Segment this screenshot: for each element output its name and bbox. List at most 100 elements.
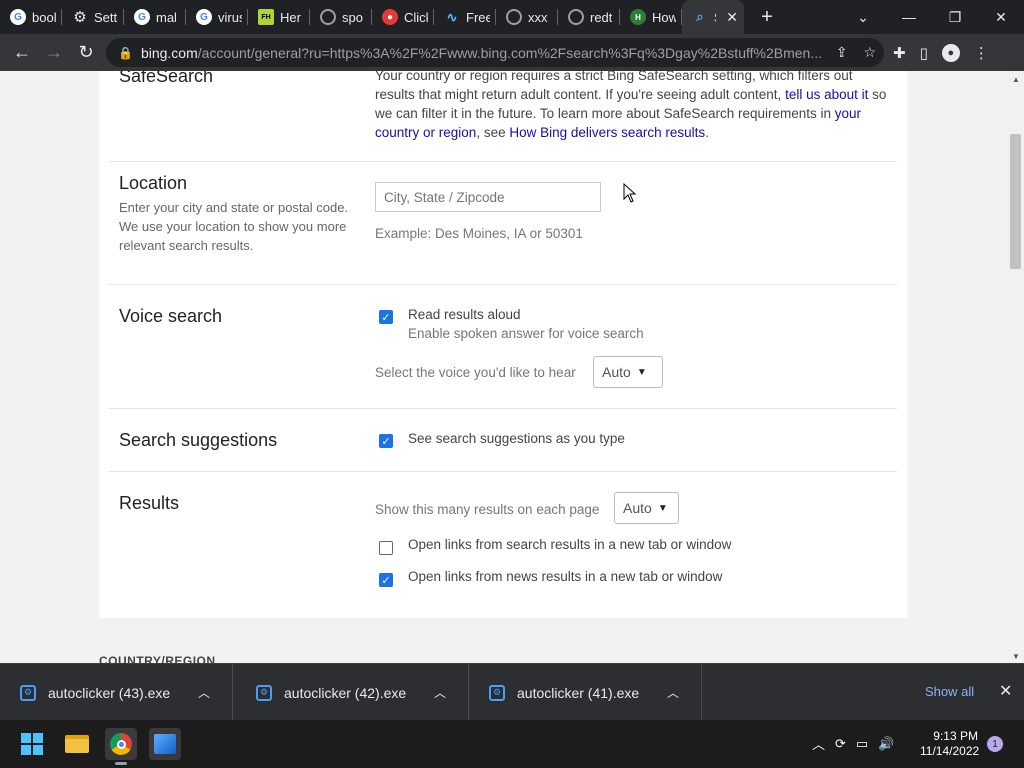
suggestions-checkbox[interactable]: ✓ [379,434,393,448]
safesearch-section: SafeSearch Your country or region requir… [109,71,897,162]
forward-icon[interactable]: → [38,42,70,63]
restore-icon[interactable]: ❐ [932,9,978,26]
location-input[interactable] [375,182,601,212]
tab-search-icon[interactable]: ⌄ [840,9,886,26]
chrome-taskbar-button[interactable] [105,728,137,760]
tell-us-link[interactable]: tell us about it [785,87,868,102]
location-example: Example: Des Moines, IA or 50301 [375,226,583,241]
profile-icon[interactable]: ● [941,44,960,62]
tab-2[interactable]: ⚙ Setti [62,0,124,34]
filehippo-icon: FH [258,9,274,25]
chevron-up-icon[interactable]: ︿ [198,684,210,701]
tab-5[interactable]: FH Her [248,0,310,34]
page-viewport: SafeSearch Your country or region requir… [0,71,1008,663]
photos-icon [154,734,176,754]
address-bar[interactable]: 🔒 bing.com/account/general?ru=https%3A%2… [106,38,884,67]
download-item[interactable]: ⚙ autoclicker (42).exe ︿ [236,664,469,721]
scroll-down-icon[interactable]: ▼ [1012,652,1020,661]
chevron-up-icon[interactable]: ︿ [434,684,446,701]
notification-badge[interactable]: 1 [987,736,1003,752]
how-bing-delivers-link[interactable]: How Bing delivers search results [509,125,705,140]
chevron-up-icon[interactable]: ︿ [812,734,825,753]
tab-9[interactable]: xxx [496,0,558,34]
sync-icon[interactable]: ⟳ [835,736,846,752]
tab-6[interactable]: spo [310,0,372,34]
mouse-cursor-icon [623,183,637,203]
chrome-icon [110,733,132,755]
scroll-up-icon[interactable]: ▲ [1012,75,1020,84]
tab-11[interactable]: H How [620,0,682,34]
results-count-label: Show this many results on each page [375,502,600,517]
gear-icon: ⚙ [73,9,87,26]
new-tab-search-checkbox[interactable] [379,541,393,555]
folder-icon [65,735,89,753]
volume-icon[interactable]: 🔊 [878,736,894,752]
new-tab-news-label: Open links from news results in a new ta… [408,569,723,584]
tab-1[interactable]: Gbool [0,0,62,34]
tab-3[interactable]: Gmal [124,0,186,34]
results-count-select[interactable]: Auto ▼ [614,492,679,524]
settings-card: SafeSearch Your country or region requir… [99,71,907,618]
safesearch-title: SafeSearch [119,71,214,86]
google-icon: G [196,9,212,25]
reload-icon[interactable]: ↻ [70,42,102,63]
globe-icon [320,9,336,25]
tab-10[interactable]: redt [558,0,620,34]
red-icon: ● [382,9,398,25]
side-panel-icon[interactable]: ▯ [920,44,928,62]
safesearch-notice: Your country or region requires a strict… [375,71,887,140]
wave-icon: ∿ [446,8,458,25]
url-text: bing.com/account/general?ru=https%3A%2F%… [140,44,822,61]
display-icon[interactable]: ▭ [856,736,868,752]
file-explorer-button[interactable] [61,728,93,760]
download-item[interactable]: ⚙ autoclicker (43).exe ︿ [0,664,233,721]
voice-section: Voice search ✓ Read results aloud Enable… [109,285,897,409]
suggestions-label: See search suggestions as you type [408,431,625,446]
green-icon: H [630,9,646,25]
country-region-heading: COUNTRY/REGION [99,654,216,663]
tab-4[interactable]: Gvirus [186,0,248,34]
tab-8[interactable]: ∿ Free [434,0,496,34]
taskbar-clock[interactable]: 9:13 PM 11/14/2022 [920,729,979,759]
download-shelf: ⚙ autoclicker (43).exe ︿ ⚙ autoclicker (… [0,663,1024,721]
download-item[interactable]: ⚙ autoclicker (41).exe ︿ [469,664,702,721]
new-tab-news-checkbox[interactable]: ✓ [379,573,393,587]
new-tab-search-label: Open links from search results in a new … [408,537,732,552]
tab-strip: Gbool ⚙Setti Gmal Gvirus FHHer spo ●Clic… [0,0,1024,34]
chevron-down-icon: ▼ [657,502,668,514]
scrollbar-thumb[interactable] [1010,134,1021,269]
exe-file-icon: ⚙ [20,684,36,701]
start-button[interactable] [16,728,48,760]
voice-select[interactable]: Auto ▼ [593,356,663,388]
tab-7[interactable]: ●Click [372,0,434,34]
back-icon[interactable]: ← [6,42,38,63]
tab-active[interactable]: ⌕S✕ [682,0,744,34]
photos-taskbar-button[interactable] [149,728,181,760]
location-description: Enter your city and state or postal code… [119,200,349,253]
close-tab-icon[interactable]: ✕ [726,9,738,26]
menu-icon[interactable]: ⋮ [974,44,989,62]
lock-icon[interactable]: 🔒 [118,46,133,60]
results-section: Results Show this many results on each p… [109,472,897,618]
share-icon[interactable]: ⇪ [836,44,848,61]
suggestions-section: Search suggestions ✓ See search suggesti… [109,409,897,472]
show-all-link[interactable]: Show all [925,684,974,699]
close-shelf-icon[interactable]: ✕ [999,681,1012,701]
read-aloud-label: Read results aloud [408,307,521,322]
chrome-running-indicator [115,762,127,765]
browser-toolbar: ← → ↻ 🔒 bing.com/account/general?ru=http… [0,34,1024,71]
bookmark-star-icon[interactable]: ☆ [863,44,876,61]
windows-taskbar: ︿ ⟳ ▭ 🔊 9:13 PM 11/14/2022 1 [0,720,1024,768]
minimize-icon[interactable]: — [886,9,932,25]
globe-icon [568,9,584,25]
page-scrollbar[interactable]: ▲ ▼ [1008,71,1024,663]
exe-file-icon: ⚙ [489,684,505,701]
chevron-up-icon[interactable]: ︿ [667,684,679,701]
new-tab-button[interactable]: + [752,6,782,29]
extensions-icon[interactable]: ✚ [893,44,906,62]
exe-file-icon: ⚙ [256,684,272,701]
close-window-icon[interactable]: ✕ [978,9,1024,26]
read-aloud-checkbox[interactable]: ✓ [379,310,393,324]
bing-icon: ⌕ [696,9,704,24]
voice-title: Voice search [119,306,223,326]
